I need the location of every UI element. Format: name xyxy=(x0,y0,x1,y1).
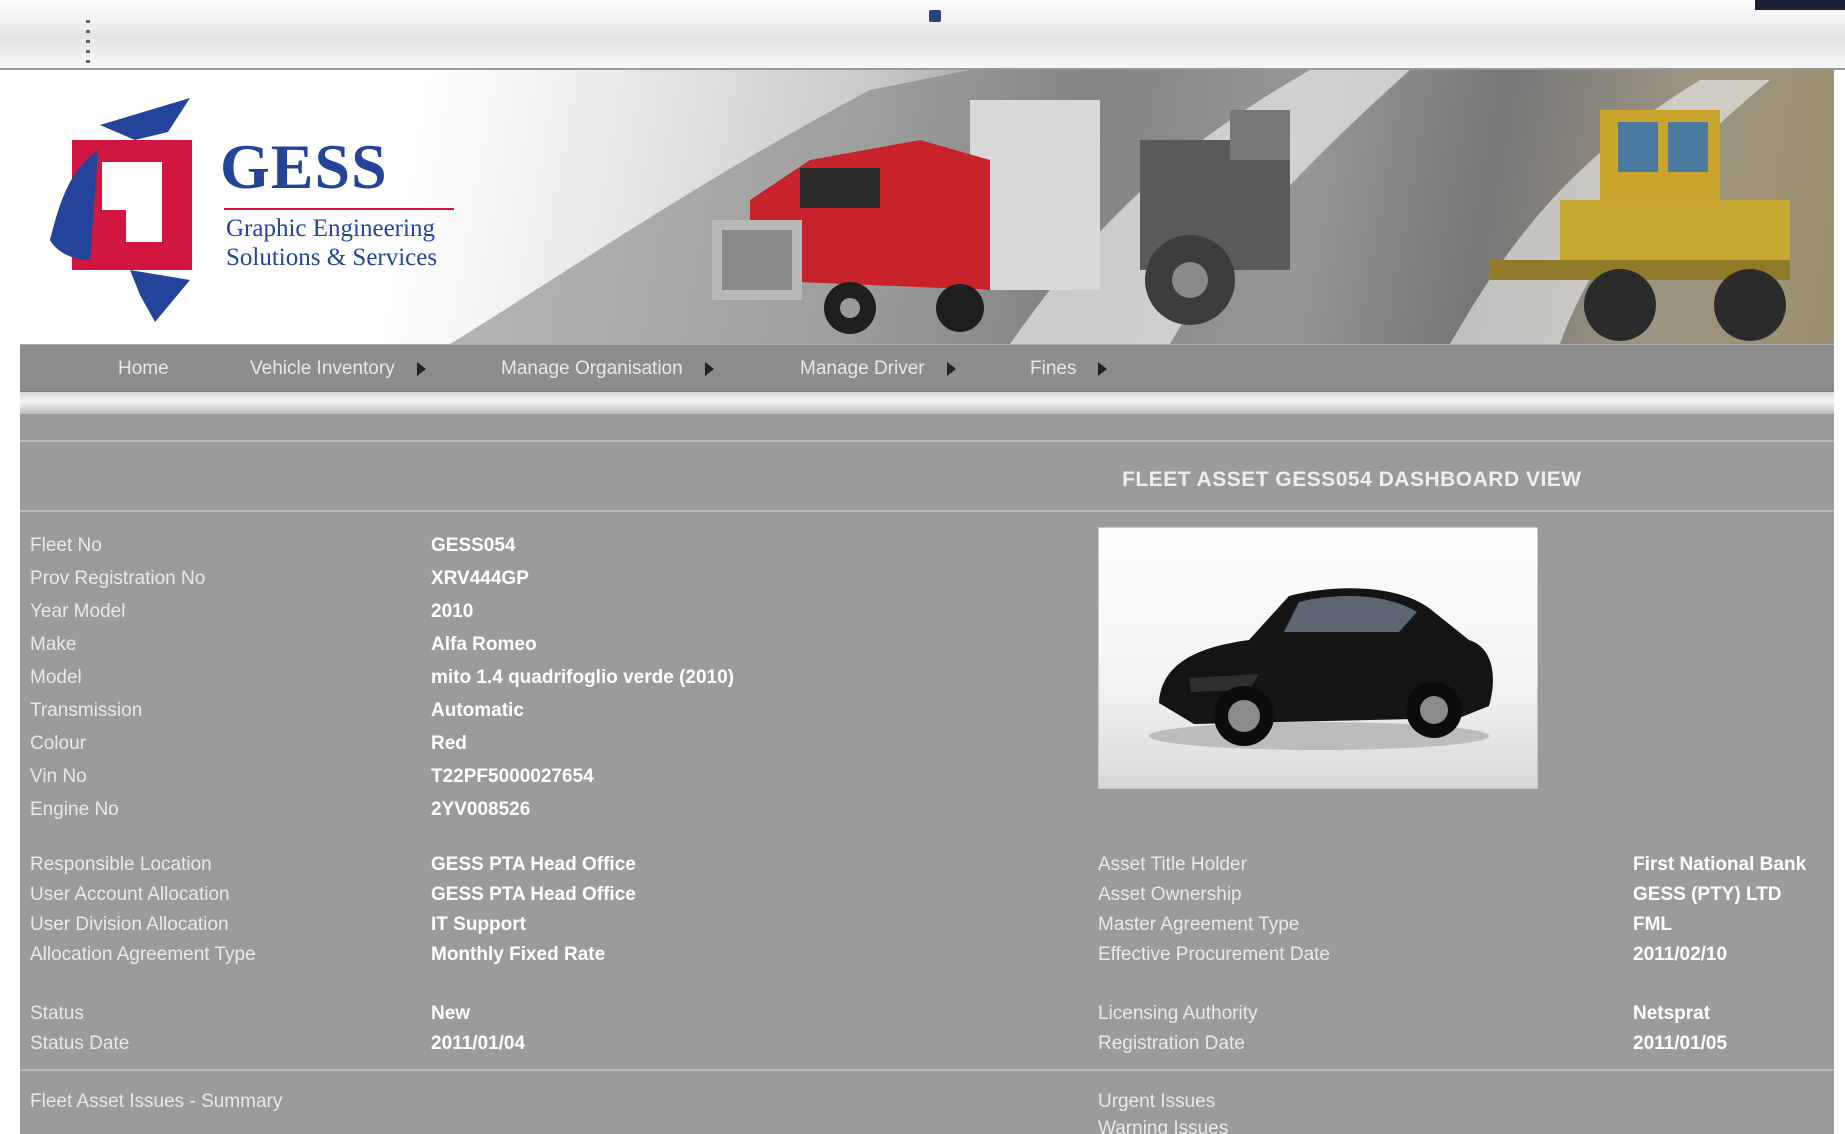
nav-item-vehicle-inventory[interactable]: Vehicle Inventory xyxy=(250,345,426,393)
allocation-agreement-type-label: Allocation Agreement Type xyxy=(30,944,256,965)
licensing-authority-label: Licensing Authority xyxy=(1098,1003,1258,1024)
main-nav: Home Vehicle Inventory Manage Organisati… xyxy=(20,344,1834,392)
make-value: Alfa Romeo xyxy=(431,634,537,655)
nav-item-label: Vehicle Inventory xyxy=(250,358,395,379)
year-model-label: Year Model xyxy=(30,601,126,622)
colour-label: Colour xyxy=(30,733,86,754)
allocation-agreement-type-value: Monthly Fixed Rate xyxy=(431,944,606,965)
prov-registration-value: XRV444GP xyxy=(431,568,529,589)
transmission-value: Automatic xyxy=(431,700,524,721)
nav-item-label: Home xyxy=(118,358,169,379)
company-logo[interactable]: GESS Graphic Engineering Solutions & Ser… xyxy=(40,90,460,330)
toolbar-grip[interactable] xyxy=(86,20,90,64)
asset-ownership-label: Asset Ownership xyxy=(1098,884,1242,905)
nav-item-label: Fines xyxy=(1030,358,1077,379)
logo-title: GESS xyxy=(220,131,388,202)
issues-summary-heading: Fleet Asset Issues - Summary xyxy=(30,1091,283,1112)
engine-no-value: 2YV008526 xyxy=(431,799,531,820)
status-value: New xyxy=(431,1003,471,1024)
user-division-allocation-value: IT Support xyxy=(431,914,526,935)
nav-item-manage-organisation[interactable]: Manage Organisation xyxy=(501,345,714,393)
model-value: mito 1.4 quadrifoglio verde (2010) xyxy=(431,667,735,688)
page-container: GESS Graphic Engineering Solutions & Ser… xyxy=(20,70,1834,1134)
year-model-value: 2010 xyxy=(431,601,474,622)
fleet-no-label: Fleet No xyxy=(30,535,102,556)
logo-mark-icon xyxy=(50,98,192,322)
urgent-issues-link[interactable]: Urgent Issues xyxy=(1098,1091,1215,1113)
asset-title-holder-value: First National Bank xyxy=(1633,854,1807,875)
logo-tagline-line2: Solutions & Services xyxy=(226,244,438,271)
status-date-value: 2011/01/04 xyxy=(431,1033,526,1054)
header-banner: GESS Graphic Engineering Solutions & Ser… xyxy=(20,70,1834,344)
logo-tagline-line1: Graphic Engineering xyxy=(226,215,435,242)
asset-title-holder-label: Asset Title Holder xyxy=(1098,854,1247,875)
submenu-arrow-icon xyxy=(704,362,714,376)
nav-separator xyxy=(20,392,1834,414)
nav-item-fines[interactable]: Fines xyxy=(1030,345,1108,393)
user-account-allocation-value: GESS PTA Head Office xyxy=(431,884,636,905)
responsible-location-label: Responsible Location xyxy=(30,854,212,875)
transmission-label: Transmission xyxy=(30,700,143,721)
master-agreement-type-value: FML xyxy=(1633,914,1673,935)
submenu-arrow-icon xyxy=(1098,362,1108,376)
status-label: Status xyxy=(30,1003,84,1024)
licensing-authority-value: Netsprat xyxy=(1633,1003,1711,1024)
logo-divider xyxy=(224,208,454,210)
nav-item-manage-driver[interactable]: Manage Driver xyxy=(800,345,956,393)
make-label: Make xyxy=(30,634,77,655)
master-agreement-type-label: Master Agreement Type xyxy=(1098,914,1300,935)
submenu-arrow-icon xyxy=(946,362,956,376)
vin-no-label: Vin No xyxy=(30,766,87,787)
nav-item-label: Manage Driver xyxy=(800,358,925,379)
scroll-marker-icon[interactable] xyxy=(929,10,941,22)
car-image xyxy=(1149,588,1493,750)
section-divider xyxy=(20,440,1834,442)
colour-value: Red xyxy=(431,733,467,754)
fleet-no-value: GESS054 xyxy=(431,535,516,556)
vehicle-photo[interactable] xyxy=(1098,527,1538,789)
vin-no-value: T22PF5000027654 xyxy=(431,766,594,787)
section-divider xyxy=(20,510,1834,512)
effective-procurement-date-label: Effective Procurement Date xyxy=(1098,944,1330,965)
user-division-allocation-label: User Division Allocation xyxy=(30,914,229,935)
registration-date-label: Registration Date xyxy=(1098,1033,1245,1054)
dashboard-title: FLEET ASSET GESS054 DASHBOARD VIEW xyxy=(1122,468,1582,491)
asset-ownership-value: GESS (PTY) LTD xyxy=(1633,884,1782,905)
banner-vehicles-image xyxy=(450,70,1834,344)
window-corner xyxy=(1755,0,1845,10)
registration-date-value: 2011/01/05 xyxy=(1633,1033,1728,1054)
effective-procurement-date-value: 2011/02/10 xyxy=(1633,944,1728,965)
submenu-arrow-icon xyxy=(416,362,426,376)
status-date-label: Status Date xyxy=(30,1033,130,1054)
nav-item-label: Manage Organisation xyxy=(501,358,683,379)
prov-registration-label: Prov Registration No xyxy=(30,568,206,589)
logo-tagline: Graphic Engineering Solutions & Services xyxy=(226,214,437,272)
engine-no-label: Engine No xyxy=(30,799,119,820)
user-account-allocation-label: User Account Allocation xyxy=(30,884,230,905)
model-label: Model xyxy=(30,667,82,688)
warning-issues-link[interactable]: Warning Issues xyxy=(1098,1118,1228,1134)
nav-item-home[interactable]: Home xyxy=(118,345,169,393)
browser-chrome xyxy=(0,0,1845,70)
section-divider xyxy=(20,1069,1834,1071)
responsible-location-value: GESS PTA Head Office xyxy=(431,854,636,875)
